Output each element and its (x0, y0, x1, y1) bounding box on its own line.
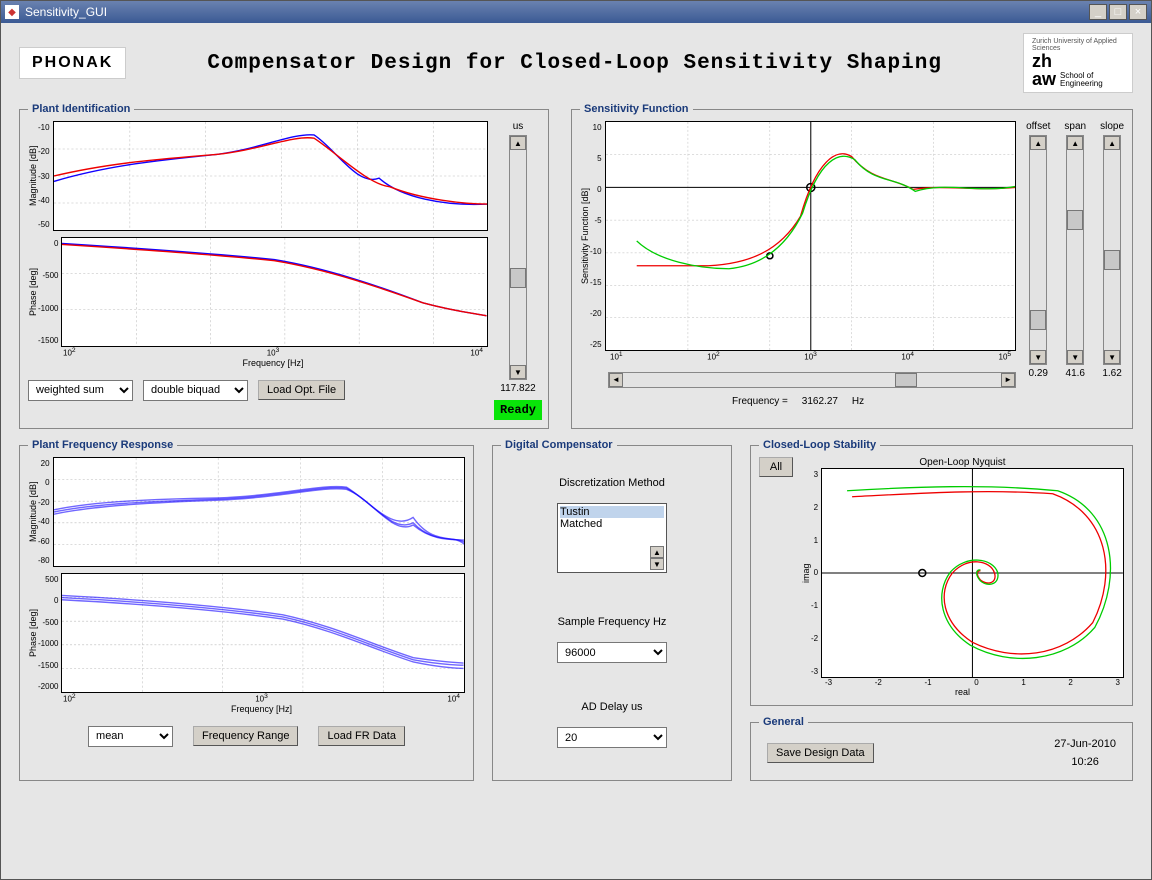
nyquist-axes (821, 468, 1124, 678)
sens-freq-unit: Hz (852, 396, 864, 407)
plantid-mag-axes (53, 121, 488, 231)
slider-offset[interactable]: ▲ ▼ (1029, 135, 1047, 365)
us-value: 117.822 (500, 383, 535, 394)
pfr-xlabel: Frequency [Hz] (231, 704, 292, 714)
chevron-up-icon[interactable]: ▲ (1030, 136, 1046, 150)
plantid-xlabel: Frequency [Hz] (242, 358, 303, 368)
select-sample-frequency[interactable]: 96000 (557, 642, 667, 663)
general-time: 10:26 (1054, 756, 1116, 768)
close-button[interactable]: × (1129, 4, 1147, 20)
legend-plant-id: Plant Identification (28, 103, 134, 115)
listbox-discretization[interactable]: Tustin Matched ▲ ▼ (557, 503, 667, 573)
select-weighting[interactable]: weighted sum (28, 380, 133, 401)
sens-ylabel: Sensitivity Function [dB] (580, 121, 590, 351)
discret-label: Discretization Method (559, 477, 665, 489)
fs-label: Sample Frequency Hz (558, 616, 667, 628)
chevron-up-icon[interactable]: ▲ (1067, 136, 1083, 150)
pfr-mag-ylabel: Magnitude [dB] (28, 457, 38, 567)
legend-digcomp: Digital Compensator (501, 439, 617, 451)
list-item[interactable]: Matched (560, 518, 664, 530)
chevron-left-icon[interactable]: ◄ (609, 373, 623, 387)
pfr-mag-axes (53, 457, 465, 567)
general-date: 27-Jun-2010 (1054, 738, 1116, 750)
span-val: 41.6 (1066, 368, 1085, 379)
chevron-down-icon[interactable]: ▼ (650, 558, 664, 570)
chevron-up-icon[interactable]: ▲ (510, 136, 526, 150)
slope-val: 1.62 (1102, 368, 1121, 379)
maximize-button[interactable]: □ (1109, 4, 1127, 20)
panel-plant-freq-response: Plant Frequency Response Magnitude [dB] … (19, 439, 474, 781)
app-icon: ◆ (5, 5, 19, 19)
chevron-up-icon[interactable]: ▲ (1104, 136, 1120, 150)
btn-all[interactable]: All (759, 457, 793, 477)
panel-sensitivity-function: Sensitivity Function Sensitivity Functio… (571, 103, 1133, 429)
list-item[interactable]: Tustin (560, 506, 664, 518)
panel-plant-identification: Plant Identification Magnitude [dB] -10-… (19, 103, 549, 429)
logo-phonak: PHONAK (19, 47, 126, 79)
chevron-down-icon[interactable]: ▼ (510, 365, 526, 379)
select-pfr-mode[interactable]: mean (88, 726, 173, 747)
panel-digital-compensator: Digital Compensator Discretization Metho… (492, 439, 732, 781)
us-label: us (513, 121, 524, 132)
sens-axes (605, 121, 1017, 351)
nyquist-title: Open-Loop Nyquist (801, 457, 1124, 468)
chevron-right-icon[interactable]: ► (1001, 373, 1015, 387)
minimize-button[interactable]: _ (1089, 4, 1107, 20)
chevron-up-icon[interactable]: ▲ (650, 546, 664, 558)
pfr-phase-ylabel: Phase [deg] (28, 573, 38, 693)
slider-us[interactable]: ▲ ▼ (509, 135, 527, 380)
legend-general: General (759, 716, 808, 728)
nyquist-xlabel: real (801, 687, 1124, 697)
slider-span[interactable]: ▲ ▼ (1066, 135, 1084, 365)
select-structure[interactable]: double biquad (143, 380, 248, 401)
btn-load-opt-file[interactable]: Load Opt. File (258, 380, 345, 400)
plantid-mag-ylabel: Magnitude [dB] (28, 121, 38, 231)
sens-freq-label: Frequency = (732, 396, 788, 407)
span-label: span (1064, 121, 1086, 132)
page-title: Compensator Design for Closed-Loop Sensi… (207, 52, 942, 75)
panel-general: General Save Design Data 27-Jun-2010 10:… (750, 716, 1133, 781)
offset-val: 0.29 (1029, 368, 1048, 379)
sens-freq-val: 3162.27 (802, 396, 838, 407)
plantid-phase-ylabel: Phase [deg] (28, 237, 38, 347)
offset-label: offset (1026, 121, 1050, 132)
slider-slope[interactable]: ▲ ▼ (1103, 135, 1121, 365)
slider-frequency[interactable]: ◄ ► (608, 372, 1016, 388)
ad-label: AD Delay us (581, 701, 642, 713)
chevron-down-icon[interactable]: ▼ (1067, 350, 1083, 364)
titlebar: ◆ Sensitivity_GUI _ □ × (1, 1, 1151, 23)
legend-sens: Sensitivity Function (580, 103, 693, 115)
btn-save-design-data[interactable]: Save Design Data (767, 743, 874, 763)
slope-label: slope (1100, 121, 1124, 132)
legend-pfr: Plant Frequency Response (28, 439, 177, 451)
app-window: ◆ Sensitivity_GUI _ □ × PHONAK Compensat… (0, 0, 1152, 880)
nyquist-ylabel: imag (801, 468, 811, 678)
legend-stability: Closed-Loop Stability (759, 439, 880, 451)
logo-zhaw: Zurich University of Applied Sciences zh… (1023, 33, 1133, 93)
status-ready: Ready (494, 400, 542, 420)
btn-load-fr-data[interactable]: Load FR Data (318, 726, 404, 746)
plantid-phase-axes (61, 237, 488, 347)
pfr-phase-axes (61, 573, 465, 693)
chevron-down-icon[interactable]: ▼ (1104, 350, 1120, 364)
window-title: Sensitivity_GUI (25, 5, 107, 19)
chevron-down-icon[interactable]: ▼ (1030, 350, 1046, 364)
panel-closed-loop-stability: Closed-Loop Stability All Open-Loop Nyqu… (750, 439, 1133, 706)
btn-frequency-range[interactable]: Frequency Range (193, 726, 298, 746)
select-ad-delay[interactable]: 20 (557, 727, 667, 748)
